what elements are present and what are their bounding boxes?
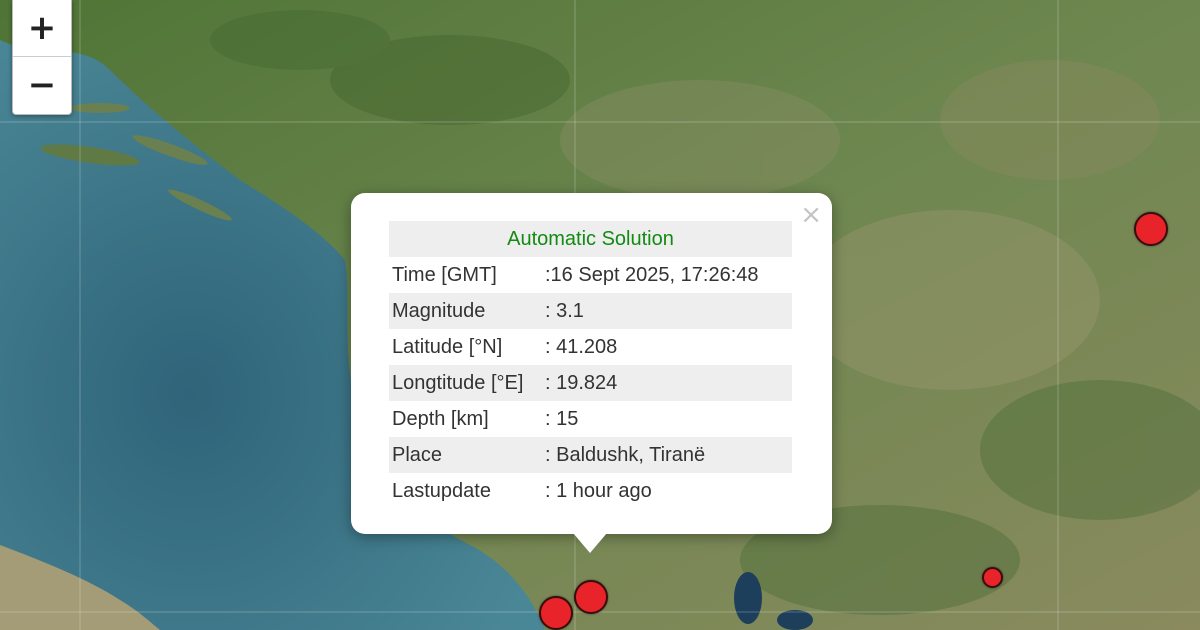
row-value: : 3.1 <box>545 293 792 329</box>
zoom-control: + − <box>12 0 72 115</box>
row-label: Depth [km] <box>392 407 489 430</box>
row-label: Lastupdate <box>392 479 491 502</box>
row-value: : 1 hour ago <box>545 479 652 502</box>
zoom-in-button[interactable]: + <box>13 0 71 57</box>
row-value: : 19.824 <box>545 365 792 401</box>
earthquake-marker[interactable] <box>574 580 608 614</box>
lake-ohrid <box>734 572 762 624</box>
row-label: Magnitude <box>389 293 545 329</box>
earthquake-marker[interactable] <box>1134 212 1168 246</box>
lake-prespa <box>777 610 813 630</box>
event-details-table: Automatic Solution Time [GMT] :16 Sept 20… <box>389 221 792 509</box>
row-value: : Baldushk, Tiranë <box>545 437 792 473</box>
row-value: :16 Sept 2025, 17:26:48 <box>545 263 759 286</box>
popup-tip <box>573 533 607 553</box>
row-label: Time [GMT] <box>392 263 497 286</box>
earthquake-marker[interactable] <box>982 567 1003 588</box>
row-value: : 41.208 <box>545 335 618 358</box>
zoom-out-button[interactable]: − <box>13 57 71 113</box>
close-icon[interactable]: × <box>800 201 822 229</box>
earthquake-popup: × Automatic Solution Time [GMT] :16 Sept … <box>351 193 832 534</box>
row-value: : 15 <box>545 407 579 430</box>
earthquake-marker[interactable] <box>539 596 573 630</box>
popup-title: Automatic Solution <box>389 221 792 257</box>
row-label: Longtitude [°E] <box>389 365 545 401</box>
row-label: Latitude [°N] <box>392 335 503 358</box>
row-label: Place <box>389 437 545 473</box>
